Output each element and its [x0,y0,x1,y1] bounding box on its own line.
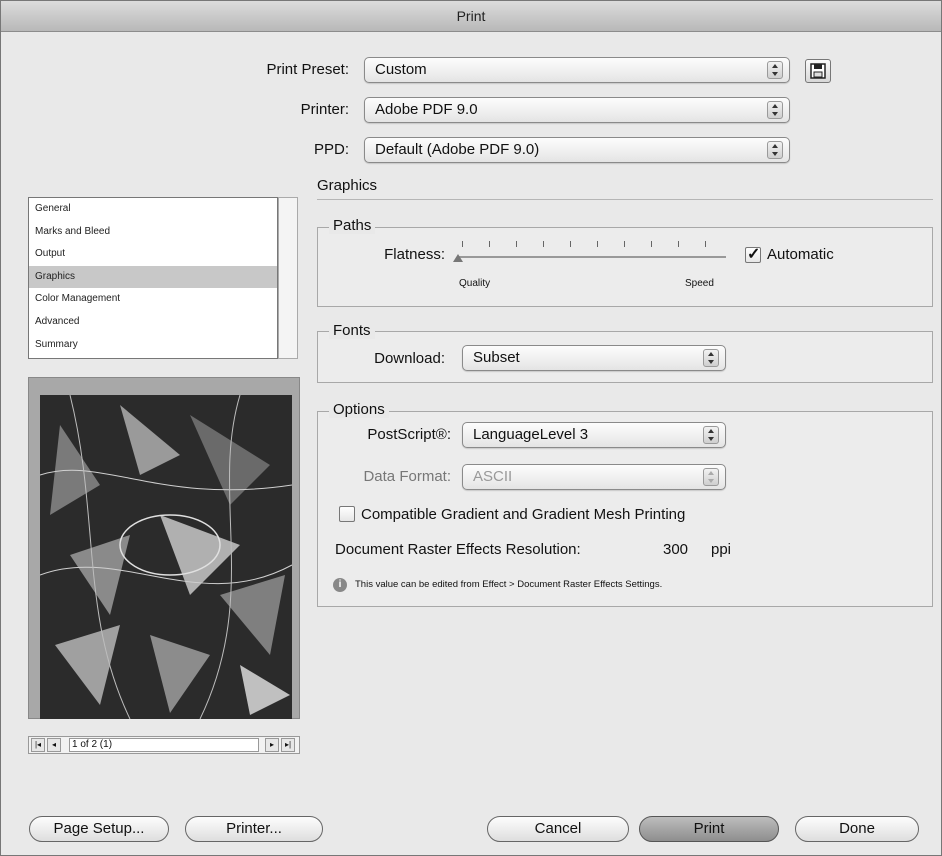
flatness-slider-thumb[interactable] [453,254,463,262]
sidebar-item-color-management[interactable]: Color Management [29,288,277,311]
flatness-label: Flatness: [384,246,445,263]
postscript-popup[interactable]: LanguageLevel 3 [462,422,726,448]
slider-tick [462,241,463,247]
done-button[interactable]: Done [795,816,919,842]
popup-arrows-icon [767,61,783,79]
popup-arrows-icon [767,101,783,119]
sidebar-item-marks-and-bleed[interactable]: Marks and Bleed [29,221,277,244]
slider-tick [678,241,679,247]
prev-page-icon[interactable]: ◂ [47,738,61,752]
resolution-value: 300 [663,541,689,558]
slider-tick [516,241,517,247]
window-title: Print [1,1,941,32]
resolution-unit: ppi [711,541,732,558]
compatible-gradient-checkbox[interactable] [339,506,355,522]
slider-tick [651,241,652,247]
ppd-label: PPD: [313,141,349,158]
page-indicator[interactable]: 1 of 2 (1) [69,738,259,752]
slider-tick [705,241,706,247]
download-popup[interactable]: Subset [462,345,726,371]
data-format-label: Data Format: [363,468,451,485]
print-preset-label: Print Preset: [266,61,349,78]
next-page-icon[interactable]: ▸ [265,738,279,752]
automatic-label: Automatic [767,246,834,263]
resolution-label: Document Raster Effects Resolution: [335,541,581,558]
popup-arrows-icon [703,349,719,367]
sidebar-item-output[interactable]: Output [29,243,277,266]
printer-value: Adobe PDF 9.0 [375,101,478,118]
section-divider [317,199,933,200]
paths-legend: Paths [329,217,376,234]
slider-tick [597,241,598,247]
options-legend: Options [329,401,389,418]
preview-pager: |◂ ◂ 1 of 2 (1) ▸ ▸| [28,736,300,754]
data-format-popup: ASCII [462,464,726,490]
slider-tick [543,241,544,247]
popup-arrows-icon [703,468,719,486]
info-text: This value can be edited from Effect > D… [355,579,663,590]
sidebar-item-general[interactable]: General [29,198,277,221]
ppd-value: Default (Adobe PDF 9.0) [375,141,540,158]
slider-tick [489,241,490,247]
compatible-gradient-label: Compatible Gradient and Gradient Mesh Pr… [361,506,686,523]
category-list-scrollbar[interactable] [278,197,298,359]
speed-label: Speed [685,278,714,289]
print-preset-value: Custom [375,61,427,78]
data-format-value: ASCII [473,468,513,485]
slider-tick [624,241,625,247]
page-setup-button[interactable]: Page Setup... [29,816,169,842]
postscript-value: LanguageLevel 3 [473,426,589,443]
postscript-label: PostScript®: [367,426,451,443]
sidebar-item-advanced[interactable]: Advanced [29,311,277,334]
preview-image[interactable] [40,395,292,719]
last-page-icon[interactable]: ▸| [281,738,295,752]
printer-label: Printer: [300,101,349,118]
popup-arrows-icon [703,426,719,444]
paths-group [317,227,933,307]
save-icon [810,63,826,79]
printer-popup[interactable]: Adobe PDF 9.0 [364,97,790,123]
quality-label: Quality [459,278,491,289]
sidebar-item-graphics[interactable]: Graphics [29,265,277,289]
artwork-preview [40,395,292,719]
fonts-legend: Fonts [329,322,375,339]
cancel-button[interactable]: Cancel [487,816,629,842]
first-page-icon[interactable]: |◂ [31,738,45,752]
sidebar-item-summary[interactable]: Summary [29,334,277,357]
save-preset-button[interactable] [805,59,831,83]
info-icon: i [333,578,347,592]
slider-tick [570,241,571,247]
print-button[interactable]: Print [639,816,779,842]
automatic-checkbox[interactable] [745,244,761,264]
print-preset-popup[interactable]: Custom [364,57,790,83]
download-value: Subset [473,349,520,366]
printer-button[interactable]: Printer... [185,816,323,842]
print-dialog: Print Print Preset: Custom Printer: Adob… [0,0,942,856]
category-list[interactable]: General Marks and Bleed Output Graphics … [28,197,278,359]
ppd-popup[interactable]: Default (Adobe PDF 9.0) [364,137,790,163]
popup-arrows-icon [767,141,783,159]
flatness-slider-track[interactable] [458,256,726,258]
section-title: Graphics [317,177,378,194]
download-label: Download: [374,350,445,367]
